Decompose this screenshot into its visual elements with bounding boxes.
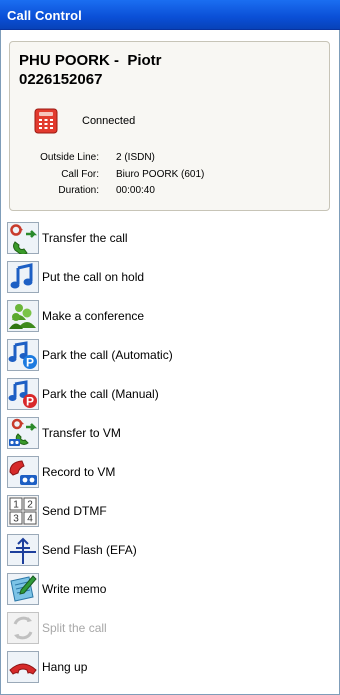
desk-phone-icon — [34, 108, 58, 134]
hang-up-icon — [7, 651, 39, 683]
transfer-icon — [7, 222, 39, 254]
conference-label: Make a conference — [42, 309, 145, 323]
park-auto-button[interactable]: P Park the call (Automatic) — [7, 337, 327, 373]
park-manual-button[interactable]: P Park the call (Manual) — [7, 376, 327, 412]
call-status: Connected — [82, 115, 136, 127]
dtmf-key-1: 1 — [13, 500, 19, 511]
window-title: Call Control — [7, 8, 82, 23]
hold-call-label: Put the call on hold — [42, 270, 145, 284]
dtmf-key-2: 2 — [27, 500, 33, 511]
call-for-value: Biuro POORK (601) — [116, 169, 205, 180]
svg-text:P: P — [26, 356, 34, 370]
record-vm-label: Record to VM — [42, 465, 116, 479]
send-dtmf-button[interactable]: 1 2 3 4 Send DTMF — [7, 493, 327, 529]
transfer-vm-icon — [7, 417, 39, 449]
dtmf-key-3: 3 — [13, 514, 19, 525]
record-vm-icon — [7, 456, 39, 488]
caller-number: 0226152067 — [19, 71, 103, 88]
memo-icon — [7, 573, 39, 605]
duration-value: 00:00:40 — [116, 185, 155, 196]
caller-name: PHU POORK - Piotr — [19, 52, 162, 69]
transfer-call-button[interactable]: Transfer the call — [7, 220, 327, 256]
hang-up-label: Hang up — [42, 660, 88, 674]
hang-up-button[interactable]: Hang up — [7, 649, 327, 685]
park-manual-icon: P — [7, 378, 39, 410]
send-dtmf-label: Send DTMF — [42, 504, 107, 518]
record-vm-button[interactable]: Record to VM — [7, 454, 327, 490]
conference-button[interactable]: Make a conference — [7, 298, 327, 334]
send-flash-label: Send Flash (EFA) — [42, 543, 137, 557]
flash-icon — [7, 534, 39, 566]
duration-label: Duration: — [58, 185, 99, 196]
park-auto-label: Park the call (Automatic) — [42, 348, 173, 362]
transfer-vm-button[interactable]: Transfer to VM — [7, 415, 327, 451]
transfer-vm-label: Transfer to VM — [42, 426, 121, 440]
dtmf-keypad-icon: 1 2 3 4 — [7, 495, 39, 527]
outside-line-label: Outside Line: — [40, 152, 99, 163]
hold-call-button[interactable]: Put the call on hold — [7, 259, 327, 295]
title-bar[interactable]: Call Control — [0, 0, 340, 30]
park-manual-label: Park the call (Manual) — [42, 387, 159, 401]
split-call-button[interactable]: Split the call — [7, 610, 327, 646]
call-for-label: Call For: — [61, 169, 99, 180]
split-call-label: Split the call — [42, 621, 107, 635]
outside-line-value: 2 (ISDN) — [116, 152, 155, 163]
hold-music-icon — [7, 261, 39, 293]
svg-text:P: P — [26, 395, 34, 409]
send-flash-button[interactable]: Send Flash (EFA) — [7, 532, 327, 568]
write-memo-button[interactable]: Write memo — [7, 571, 327, 607]
split-icon — [7, 612, 39, 644]
park-auto-icon: P — [7, 339, 39, 371]
dtmf-key-4: 4 — [27, 514, 33, 525]
transfer-call-label: Transfer the call — [42, 231, 128, 245]
call-info-panel: PHU POORK - Piotr 0226152067 Connected O… — [9, 41, 330, 211]
write-memo-label: Write memo — [42, 582, 107, 596]
conference-icon — [7, 300, 39, 332]
